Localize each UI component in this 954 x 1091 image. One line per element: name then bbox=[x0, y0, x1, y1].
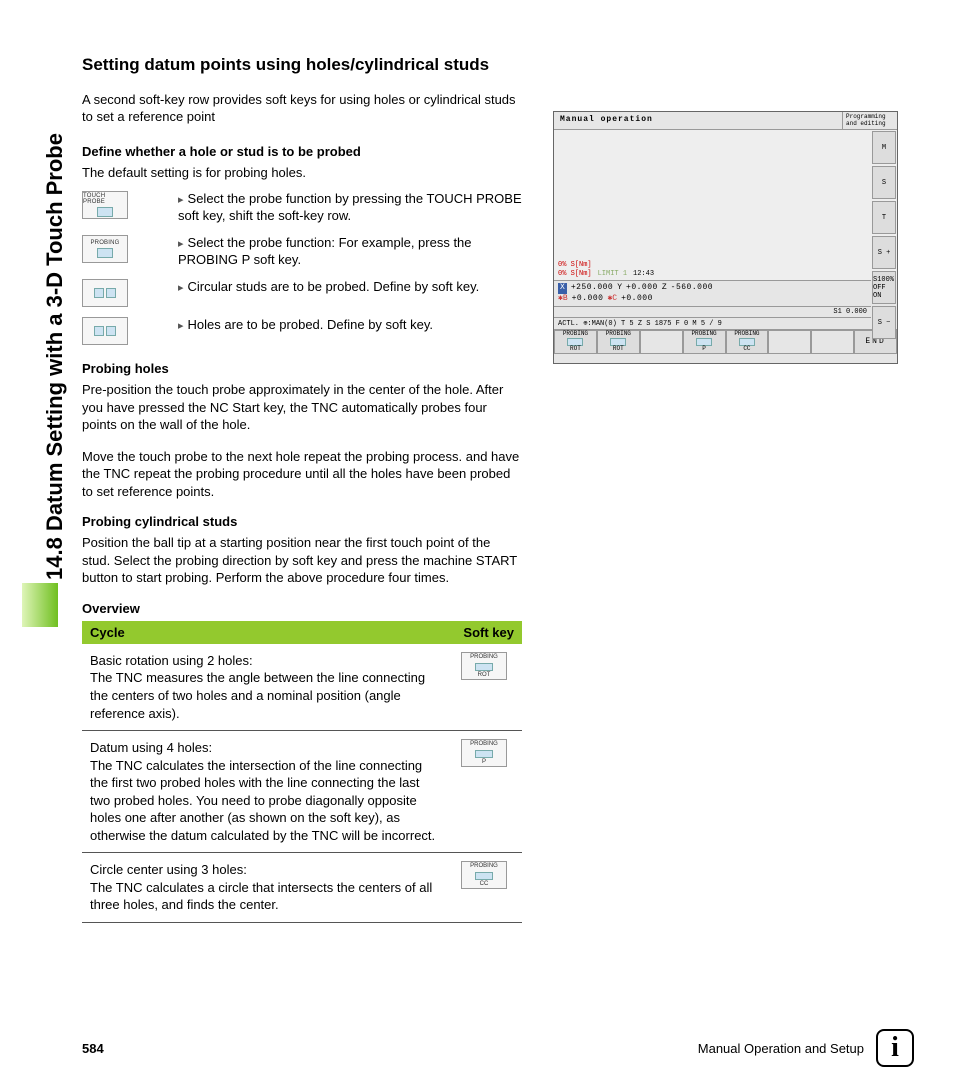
info-icon: i bbox=[876, 1029, 914, 1067]
cycle-title: Datum using 4 holes: bbox=[90, 739, 438, 757]
side-color-tab bbox=[22, 583, 58, 627]
tnc-softkey-blank[interactable] bbox=[768, 330, 811, 354]
table-row: Circle center using 3 holes: The TNC cal… bbox=[82, 853, 522, 923]
cycle-desc: The TNC calculates the intersection of t… bbox=[90, 758, 435, 843]
table-row: Datum using 4 holes: The TNC calculates … bbox=[82, 731, 522, 853]
tnc-right-btn[interactable]: S − bbox=[872, 306, 896, 339]
step-text: Select the probe function by pressing th… bbox=[178, 191, 522, 225]
tnc-softkey[interactable]: PROBINGROT bbox=[554, 330, 597, 354]
tnc-right-btn[interactable]: M bbox=[872, 131, 896, 164]
cycle-title: Basic rotation using 2 holes: bbox=[90, 652, 438, 670]
define-text: The default setting is for probing holes… bbox=[82, 164, 522, 182]
tnc-status-limit: LIMIT 1 bbox=[598, 270, 627, 278]
tnc-softkey-blank[interactable] bbox=[640, 330, 683, 354]
softkey-icon-touch-probe: TOUCH PROBE bbox=[82, 191, 128, 219]
overview-subhead: Overview bbox=[82, 601, 892, 616]
tnc-status-line2a: 0% S[Nm] bbox=[558, 270, 592, 278]
step-text: Select the probe function: For example, … bbox=[178, 235, 522, 269]
probing-holes-p2: Move the touch probe to the next hole re… bbox=[82, 448, 522, 501]
overview-table: Cycle Soft key Basic rotation using 2 ho… bbox=[82, 621, 522, 923]
step-row: TOUCH PROBE Select the probe function by… bbox=[82, 191, 522, 225]
cycle-desc: The TNC calculates a circle that interse… bbox=[90, 880, 432, 913]
softkey-icon-probing-p: PROBING P bbox=[461, 739, 507, 767]
tnc-mode-title: Manual operation bbox=[554, 112, 842, 129]
tnc-status-line1: 0% S[Nm] bbox=[558, 261, 867, 269]
tnc-right-btn[interactable]: S bbox=[872, 166, 896, 199]
probing-holes-p1: Pre-position the touch probe approximate… bbox=[82, 381, 522, 434]
table-header-cycle: Cycle bbox=[82, 621, 446, 644]
tnc-right-btn[interactable]: S100% OFF ON bbox=[872, 271, 896, 304]
tnc-softkey-row: PROBINGROT PROBINGROT PROBINGP PROBINGCC… bbox=[554, 329, 897, 354]
tnc-softkey[interactable]: PROBINGROT bbox=[597, 330, 640, 354]
softkey-icon-studs bbox=[82, 279, 128, 307]
tnc-actl-line: ACTL. ⊕:MAN(0) T 5 Z S 1875 F 0 M 5 / 9 bbox=[554, 317, 871, 329]
step-row: Circular studs are to be probed. Define … bbox=[82, 279, 522, 307]
softkey-icon-probing-rot: PROBING ROT bbox=[461, 652, 507, 680]
step-row: PROBING Select the probe function: For e… bbox=[82, 235, 522, 269]
step-row: Holes are to be probed. Define by soft k… bbox=[82, 317, 522, 345]
tnc-right-buttons: M S T S + S100% OFF ON S − bbox=[871, 130, 897, 340]
step-text: Holes are to be probed. Define by soft k… bbox=[178, 317, 522, 334]
probing-studs-paragraph: Position the ball tip at a starting posi… bbox=[82, 534, 522, 587]
tnc-status-area: 0% S[Nm] 0% S[Nm] LIMIT 1 12:43 bbox=[554, 259, 871, 280]
tnc-softkey[interactable]: PROBINGCC bbox=[726, 330, 769, 354]
cycle-title: Circle center using 3 holes: bbox=[90, 861, 438, 879]
tnc-work-area: 0% S[Nm] 0% S[Nm] LIMIT 1 12:43 bbox=[554, 130, 897, 280]
section-side-label: 14.8 Datum Setting with a 3-D Touch Prob… bbox=[42, 133, 68, 580]
tnc-info-line: S1 0.000 bbox=[554, 306, 871, 317]
tnc-coords: X+250.000 Y+0.000 Z-560.000 ✱B+0.000 ✱C+… bbox=[554, 280, 871, 306]
tnc-softkey[interactable]: PROBINGP bbox=[683, 330, 726, 354]
tnc-screenshot: Manual operation Programming and editing… bbox=[553, 111, 898, 364]
intro-paragraph: A second soft-key row provides soft keys… bbox=[82, 92, 522, 126]
softkey-icon-probing-cc: PROBING CC bbox=[461, 861, 507, 889]
table-row: Basic rotation using 2 holes: The TNC me… bbox=[82, 644, 522, 731]
cycle-desc: The TNC measures the angle between the l… bbox=[90, 670, 425, 720]
tnc-softkey-blank[interactable] bbox=[811, 330, 854, 354]
table-header-softkey: Soft key bbox=[446, 621, 522, 644]
softkey-icon-holes bbox=[82, 317, 128, 345]
tnc-right-btn[interactable]: S + bbox=[872, 236, 896, 269]
page-footer: 584 Manual Operation and Setup i bbox=[82, 1029, 914, 1067]
step-text: Circular studs are to be probed. Define … bbox=[178, 279, 522, 296]
tnc-status-time: 12:43 bbox=[633, 270, 654, 278]
footer-section: Manual Operation and Setup bbox=[698, 1041, 864, 1056]
step-list: TOUCH PROBE Select the probe function by… bbox=[82, 191, 522, 345]
tnc-submode: Programming and editing bbox=[842, 112, 897, 129]
tnc-right-btn[interactable]: T bbox=[872, 201, 896, 234]
softkey-icon-probing-p: PROBING bbox=[82, 235, 128, 263]
page-heading: Setting datum points using holes/cylindr… bbox=[82, 54, 892, 76]
page-number: 584 bbox=[82, 1041, 104, 1056]
probing-studs-subhead: Probing cylindrical studs bbox=[82, 514, 892, 529]
